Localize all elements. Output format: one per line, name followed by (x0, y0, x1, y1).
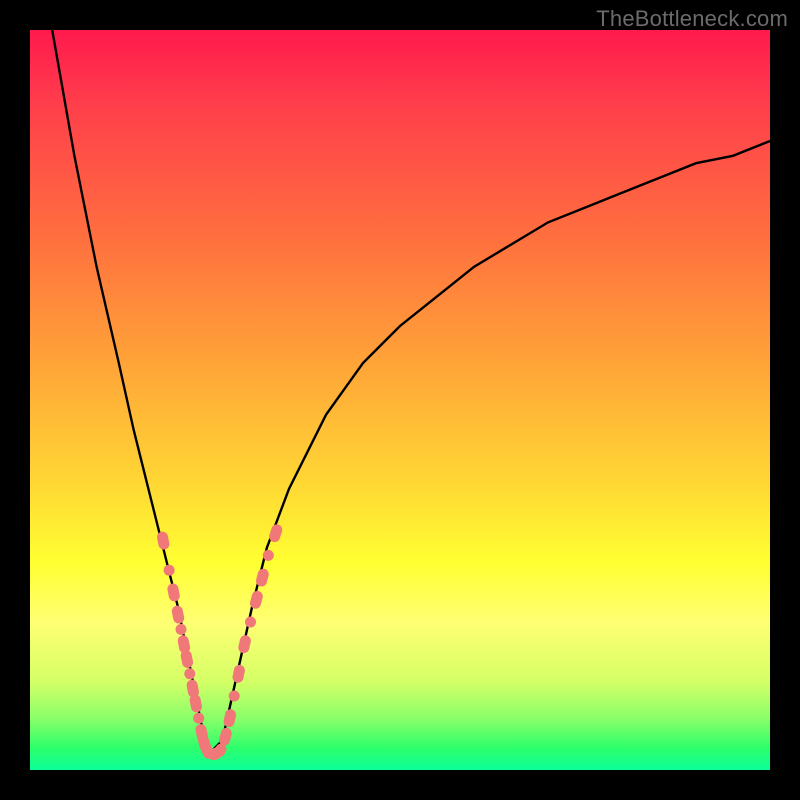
marker-group (156, 523, 284, 762)
chart-frame: TheBottleneck.com (0, 0, 800, 800)
marker-pill (232, 664, 246, 684)
marker-pill (166, 582, 180, 602)
plot-area (30, 30, 770, 770)
curve-line (52, 30, 770, 755)
marker-dot (176, 624, 187, 635)
marker-dot (184, 668, 195, 679)
marker-pill (156, 531, 170, 551)
marker-pill (171, 605, 185, 625)
marker-dot (263, 550, 274, 561)
watermark-label: TheBottleneck.com (596, 6, 788, 32)
marker-dot (164, 565, 175, 576)
marker-dot (193, 713, 204, 724)
chart-svg (30, 30, 770, 770)
marker-dot (229, 691, 240, 702)
marker-dot (245, 617, 256, 628)
marker-pill (237, 634, 252, 654)
